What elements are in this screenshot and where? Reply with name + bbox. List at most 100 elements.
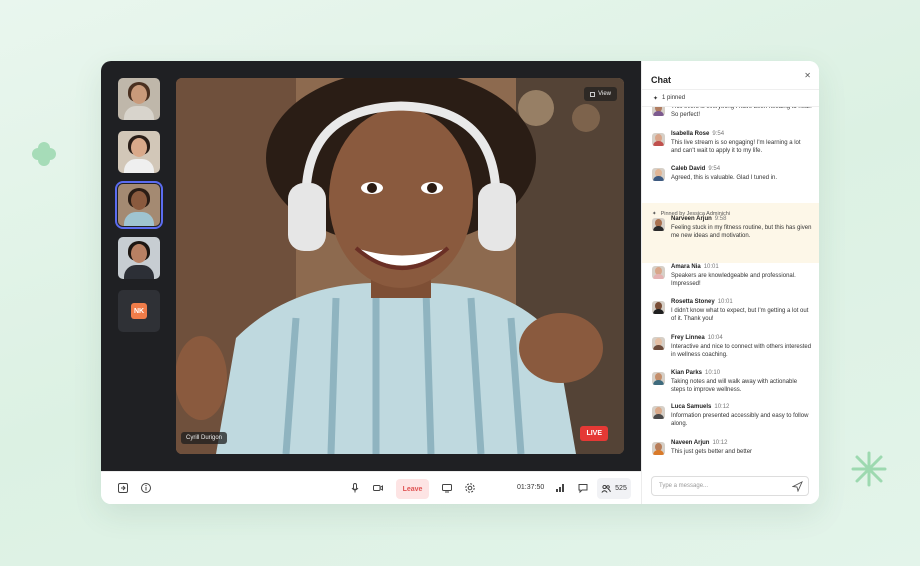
close-icon[interactable]: ✕ — [804, 71, 811, 80]
message-input-placeholder: Type a message... — [659, 483, 709, 489]
message-text: Agreed, this is valuable. Glad I tuned i… — [671, 175, 778, 181]
signal-strength-icon[interactable] — [553, 481, 567, 495]
message-time: 10:12 — [712, 440, 728, 446]
message-author: Naveen Arjun 10:12 — [671, 440, 812, 446]
author-name: Luca Samuels — [671, 404, 712, 410]
participant-photo-part — [131, 85, 147, 104]
avatar — [652, 218, 665, 231]
pinned-count: 1 pinned — [662, 95, 686, 101]
video-stage: NK View Cyrill Durigon LIVE — [101, 61, 641, 471]
message-text: I didn't know what to expect, but I'm ge… — [671, 308, 809, 322]
microphone-icon[interactable] — [348, 481, 362, 495]
camera-icon[interactable] — [371, 481, 385, 495]
screen-share-icon[interactable] — [440, 481, 454, 495]
message-author: Kian Parks 10:10 — [671, 370, 812, 376]
message-time: 10:04 — [707, 335, 723, 341]
avatar-part — [653, 141, 664, 146]
avatar-part — [653, 450, 664, 455]
layout-icon — [590, 91, 596, 97]
avatar — [652, 168, 665, 181]
participant-count: 525 — [615, 485, 627, 492]
chat-message: Isabella Rose 9:54 This live stream is so … — [652, 131, 812, 155]
participant-photo-part — [124, 212, 154, 226]
info-icon[interactable] — [139, 481, 153, 495]
message-author: Amara Nia 10:01 — [671, 264, 812, 270]
chat-header: Chat ✕ — [651, 70, 811, 85]
message-time: 9:58 — [714, 216, 727, 222]
chat-toggle-icon[interactable] — [576, 481, 590, 495]
message-author: Luca Samuels 10:12 — [671, 404, 812, 410]
message-text: Interactive and nice to connect with oth… — [671, 344, 812, 358]
message-time: 9:54 — [712, 131, 725, 137]
avatar-part — [653, 345, 664, 350]
people-icon — [601, 484, 611, 493]
participant-strip: NK — [115, 78, 163, 343]
message-text: This event is everything I have been nee… — [671, 107, 812, 118]
leave-button[interactable]: Leave — [396, 479, 429, 499]
chat-message: This event is everything I have been nee… — [652, 107, 812, 119]
settings-icon[interactable] — [463, 481, 477, 495]
message-author: Rosetta Stoney 10:01 — [671, 299, 812, 305]
chat-message: Naveen Arjun 10:12 This just gets better a… — [652, 440, 812, 456]
avatar-part — [653, 414, 664, 419]
participant-thumbnail[interactable] — [118, 131, 160, 173]
chat-title: Chat — [651, 75, 671, 85]
avatar-part — [653, 176, 664, 181]
live-badge: LIVE — [580, 426, 608, 441]
message-time: 10:10 — [705, 370, 721, 376]
pinned-summary[interactable]: ✦ 1 pinned — [642, 89, 819, 107]
author-name: Isabella Rose — [671, 131, 710, 137]
participant-thumbnail[interactable] — [118, 237, 160, 279]
message-author: Isabella Rose 9:54 — [671, 131, 812, 137]
message-time: 9:54 — [708, 166, 721, 172]
message-input[interactable]: Type a message... — [651, 476, 809, 496]
message-time: 10:12 — [714, 404, 730, 410]
participant-photo-part — [124, 265, 154, 279]
avatar-part — [653, 380, 664, 385]
participants-button[interactable]: 525 — [597, 478, 631, 499]
author-name: Rosetta Stoney — [671, 299, 715, 305]
participant-photo-part — [131, 244, 147, 263]
main-video[interactable]: View Cyrill Durigon LIVE — [176, 78, 624, 454]
sparkle-decoration — [851, 451, 887, 487]
author-name: Naveen Arjun — [671, 440, 710, 446]
speaker-video-feed — [176, 78, 624, 454]
message-time: 10:01 — [717, 299, 733, 305]
message-text: Taking notes and will walk away with act… — [671, 379, 798, 393]
avatar — [652, 133, 665, 146]
avatar-part — [653, 226, 664, 231]
author-name: Caleb David — [671, 166, 706, 172]
participant-photo-part — [131, 138, 147, 157]
message-text: Information presented accessibly and eas… — [671, 413, 809, 427]
meeting-window: NK View Cyrill Durigon LIVE Leave 01:37:… — [101, 61, 819, 504]
chat-message: Luca Samuels 10:12 Information presented a… — [652, 404, 812, 428]
exit-fullscreen-icon[interactable] — [116, 481, 130, 495]
message-text: Feeling stuck in my fitness routine, but… — [671, 225, 812, 239]
participant-photo-part — [131, 191, 147, 210]
author-name: Kian Parks — [671, 370, 703, 376]
participant-thumbnail[interactable]: NK — [118, 290, 160, 332]
author-name: Frey Linnea — [671, 335, 705, 341]
avatar-part — [653, 309, 664, 314]
avatar — [652, 301, 665, 314]
avatar — [652, 107, 665, 116]
participant-photo-part — [124, 159, 154, 173]
message-author: Narveen Arjun 9:58 — [671, 216, 812, 222]
participant-initials: NK — [131, 303, 147, 319]
send-icon[interactable] — [792, 481, 803, 492]
chat-message: Amara Nia 10:01 Speakers are knowledgeable… — [652, 264, 812, 288]
message-author: Frey Linnea 10:04 — [671, 335, 812, 341]
avatar — [652, 372, 665, 385]
pin-icon: ✦ — [653, 95, 659, 102]
message-author: Caleb David 9:54 — [671, 166, 812, 172]
flower-decoration — [32, 142, 56, 166]
participant-thumbnail[interactable] — [118, 78, 160, 120]
participant-thumbnail[interactable] — [115, 181, 163, 229]
message-text: This just gets better and better — [671, 449, 753, 455]
avatar — [652, 442, 665, 455]
avatar-part — [653, 111, 664, 116]
chat-panel: Chat ✕ ✦ 1 pinned ✦ Pinned by Jessica Ad… — [641, 61, 819, 504]
view-button[interactable]: View — [584, 87, 617, 101]
chat-message: Kian Parks 10:10 Taking notes and will wal… — [652, 370, 812, 394]
message-list[interactable]: ✦ Pinned by Jessica Adminichi This event… — [642, 107, 819, 467]
